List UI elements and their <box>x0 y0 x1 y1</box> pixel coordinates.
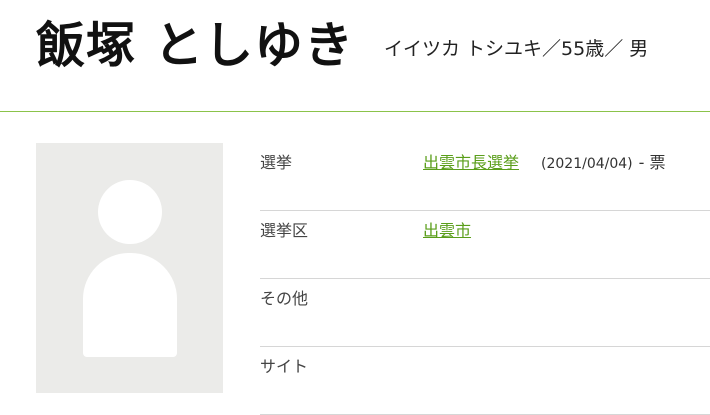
election-votes: - 票 <box>638 153 666 172</box>
election-label: 選挙 <box>260 153 293 172</box>
other-label: その他 <box>260 289 309 308</box>
candidate-meta: イイツカ トシユキ／55歳／ 男 <box>384 38 649 60</box>
avatar-head-shape <box>98 180 162 244</box>
info-row-site: サイト <box>260 347 710 415</box>
district-link[interactable]: 出雲市 <box>423 221 471 240</box>
candidate-name: 飯塚 としゆき <box>36 17 355 74</box>
avatar-placeholder <box>36 143 223 393</box>
info-row-other: その他 <box>260 279 710 347</box>
election-value: 出雲市長選挙 (2021/04/04) - 票 <box>423 143 666 183</box>
election-link[interactable]: 出雲市長選挙 <box>423 153 519 172</box>
info-row-election: 選挙 出雲市長選挙 (2021/04/04) - 票 <box>260 143 710 211</box>
info-row-district: 選挙区 出雲市 <box>260 211 710 279</box>
election-date: (2021/04/04) <box>541 156 633 172</box>
avatar-body-shape <box>83 253 177 357</box>
candidate-header: 飯塚 としゆき イイツカ トシユキ／55歳／ 男 <box>0 0 710 112</box>
district-value: 出雲市 <box>423 211 471 251</box>
site-label: サイト <box>260 357 309 376</box>
district-label: 選挙区 <box>260 221 309 240</box>
